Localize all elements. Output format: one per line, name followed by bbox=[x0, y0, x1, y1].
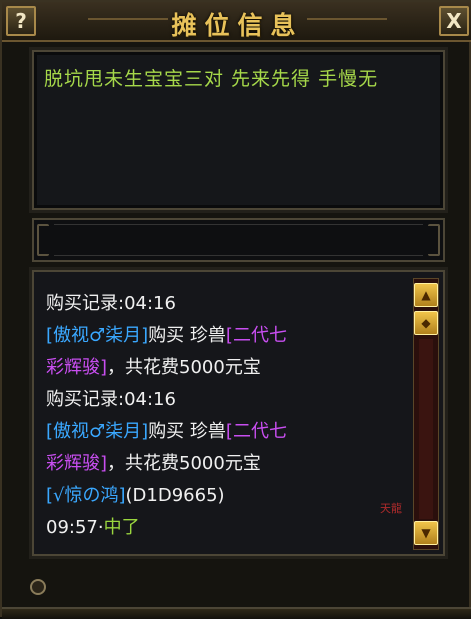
item-link[interactable]: [二代七 bbox=[226, 325, 287, 346]
scroll-track[interactable] bbox=[419, 339, 433, 519]
log-entry-purchase-cont: 彩辉骏]，共花费5000元宝 bbox=[46, 453, 261, 474]
close-button[interactable]: X bbox=[439, 6, 469, 36]
log-entry-time: 09:57·中了 bbox=[46, 517, 140, 538]
player-name[interactable]: [√惊の鸿] bbox=[46, 485, 126, 506]
stall-message-panel: 脱坑甩未生宝宝三对 先来先得 手慢无 bbox=[32, 50, 445, 210]
log-entry-purchase: [傲视♂柒月]购买 珍兽[二代七 bbox=[46, 421, 287, 442]
strip-decoration-right bbox=[428, 224, 440, 256]
message-input[interactable] bbox=[32, 218, 445, 262]
bottom-bar bbox=[2, 607, 471, 619]
input-area[interactable] bbox=[54, 224, 423, 256]
window-title: 摊位信息 bbox=[171, 11, 304, 40]
scroll-thumb[interactable]: ◆ bbox=[414, 311, 438, 335]
purchase-log: 购买记录:04:16 [傲视♂柒月]购买 珍兽[二代七 彩辉骏]，共花费5000… bbox=[46, 288, 406, 544]
buyer-name[interactable]: [傲视♂柒月] bbox=[46, 421, 148, 442]
item-link[interactable]: 彩辉骏] bbox=[46, 357, 107, 378]
item-link[interactable]: [二代七 bbox=[226, 421, 287, 442]
log-entry-purchase-cont: 彩辉骏]，共花费5000元宝 bbox=[46, 357, 261, 378]
item-link[interactable]: 彩辉骏] bbox=[46, 453, 107, 474]
buyer-name[interactable]: [傲视♂柒月] bbox=[46, 325, 148, 346]
title-ornament-right bbox=[307, 18, 387, 20]
title-bar: ? 摊位信息 X bbox=[2, 2, 471, 42]
close-icon: X bbox=[446, 9, 462, 33]
game-watermark: 天龍 bbox=[380, 502, 402, 515]
strip-decoration-left bbox=[37, 224, 49, 256]
log-entry-purchase: [傲视♂柒月]购买 珍兽[二代七 bbox=[46, 325, 287, 346]
scroll-up-button[interactable]: ▲ bbox=[414, 283, 438, 307]
resize-knob[interactable] bbox=[30, 579, 46, 595]
diamond-icon: ◆ bbox=[421, 316, 431, 330]
log-entry-header: 购买记录:04:16 bbox=[46, 389, 176, 410]
log-entry-header: 购买记录:04:16 bbox=[46, 293, 176, 314]
stall-message-text: 脱坑甩未生宝宝三对 先来先得 手慢无 bbox=[44, 68, 379, 90]
stall-info-window: ? 摊位信息 X 脱坑甩未生宝宝三对 先来先得 手慢无 购买记录:04:16 [… bbox=[0, 0, 471, 619]
arrow-up-icon: ▲ bbox=[421, 288, 431, 302]
log-entry-chat: [√惊の鸿](D1D9665) bbox=[46, 485, 225, 506]
